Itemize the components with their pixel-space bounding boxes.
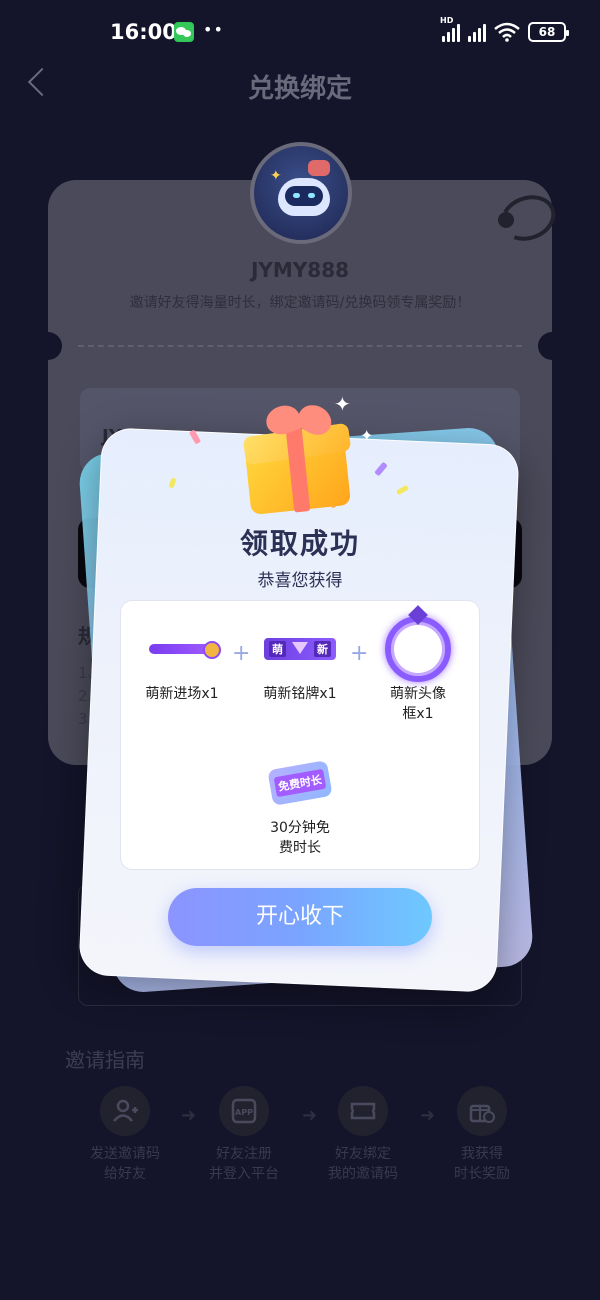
guide-step-label: 好友绑定 我的邀请码 xyxy=(328,1146,398,1182)
reward-free-time: 免费时长 30分钟免 费时长 xyxy=(245,748,355,858)
star-icon: ✦ xyxy=(270,168,282,184)
guide-step-label: 发送邀请码 给好友 xyxy=(90,1146,160,1182)
sparkle-icon: ✦ xyxy=(360,426,374,445)
card-divider xyxy=(78,345,522,347)
robot-eye-right xyxy=(308,193,315,198)
accept-button[interactable]: 开心收下 xyxy=(168,888,432,946)
free-time-ticket-icon: 免费时长 xyxy=(267,760,333,806)
guide-step-register: APP 好友注册 并登入平台 xyxy=(189,1086,299,1184)
card-notch-left xyxy=(34,332,62,360)
reward-nameplate: 萌 新 萌新铭牌x1 xyxy=(245,614,355,704)
badge-left-text: 萌 xyxy=(269,641,286,657)
app-icon: APP xyxy=(219,1086,269,1136)
wifi-icon xyxy=(494,22,520,42)
entry-effect-icon xyxy=(149,641,221,659)
guide-step-send: 发送邀请码 给好友 xyxy=(70,1086,180,1184)
guide-step-label: 好友注册 并登入平台 xyxy=(209,1146,279,1182)
add-user-icon xyxy=(100,1086,150,1136)
guide-step-reward: 我获得 时长奖励 xyxy=(427,1086,537,1184)
status-time: 16:00 xyxy=(110,20,177,44)
gift-box-icon xyxy=(242,399,356,516)
gift-clock-icon xyxy=(457,1086,507,1136)
modal-title: 领取成功 xyxy=(239,527,360,560)
page-title: 兑换绑定 xyxy=(247,74,352,104)
ticket-icon xyxy=(338,1086,388,1136)
gamepad-icon xyxy=(308,160,330,176)
hang-dot xyxy=(498,212,514,228)
reward-entry-effect: 萌新进场x1 xyxy=(127,614,237,704)
invite-description: 邀请好友得海量时长，绑定邀请码/兑换码领专属奖励！ xyxy=(129,295,471,311)
card-notch-right xyxy=(538,332,566,360)
invite-guide-title: 邀请指南 xyxy=(65,1048,145,1072)
reward-avatar-frame: 萌新头像 框x1 xyxy=(363,614,473,724)
signal-icon: HD xyxy=(440,16,460,42)
username: JYMY888 xyxy=(250,258,350,282)
guide-step-bind: 好友绑定 我的邀请码 xyxy=(308,1086,418,1184)
ticket-text: 免费时长 xyxy=(273,768,327,798)
reward-name: 萌新铭牌x1 xyxy=(263,686,337,702)
avatar: ✦ xyxy=(250,142,352,244)
notification-dots: •• xyxy=(203,20,224,39)
signal-icon-2 xyxy=(468,22,486,42)
robot-eye-left xyxy=(293,193,300,198)
badge-right-text: 新 xyxy=(314,641,331,657)
reward-name: 萌新进场x1 xyxy=(145,686,219,702)
robot-visor xyxy=(285,186,323,206)
status-bar: 16:00 •• HD 68 xyxy=(0,0,600,66)
modal-subtitle: 恭喜您获得 xyxy=(257,571,343,591)
status-right: HD 68 xyxy=(440,16,569,42)
wechat-icon xyxy=(174,22,194,42)
reward-name: 30分钟免 费时长 xyxy=(270,820,330,856)
nameplate-icon: 萌 新 xyxy=(264,638,336,660)
svg-text:APP: APP xyxy=(235,1108,253,1117)
avatar-frame-icon xyxy=(385,616,451,682)
guide-step-label: 我获得 时长奖励 xyxy=(454,1146,510,1182)
battery-icon: 68 xyxy=(528,22,569,42)
network-type: HD xyxy=(440,16,454,25)
reward-name: 萌新头像 框x1 xyxy=(390,686,446,722)
